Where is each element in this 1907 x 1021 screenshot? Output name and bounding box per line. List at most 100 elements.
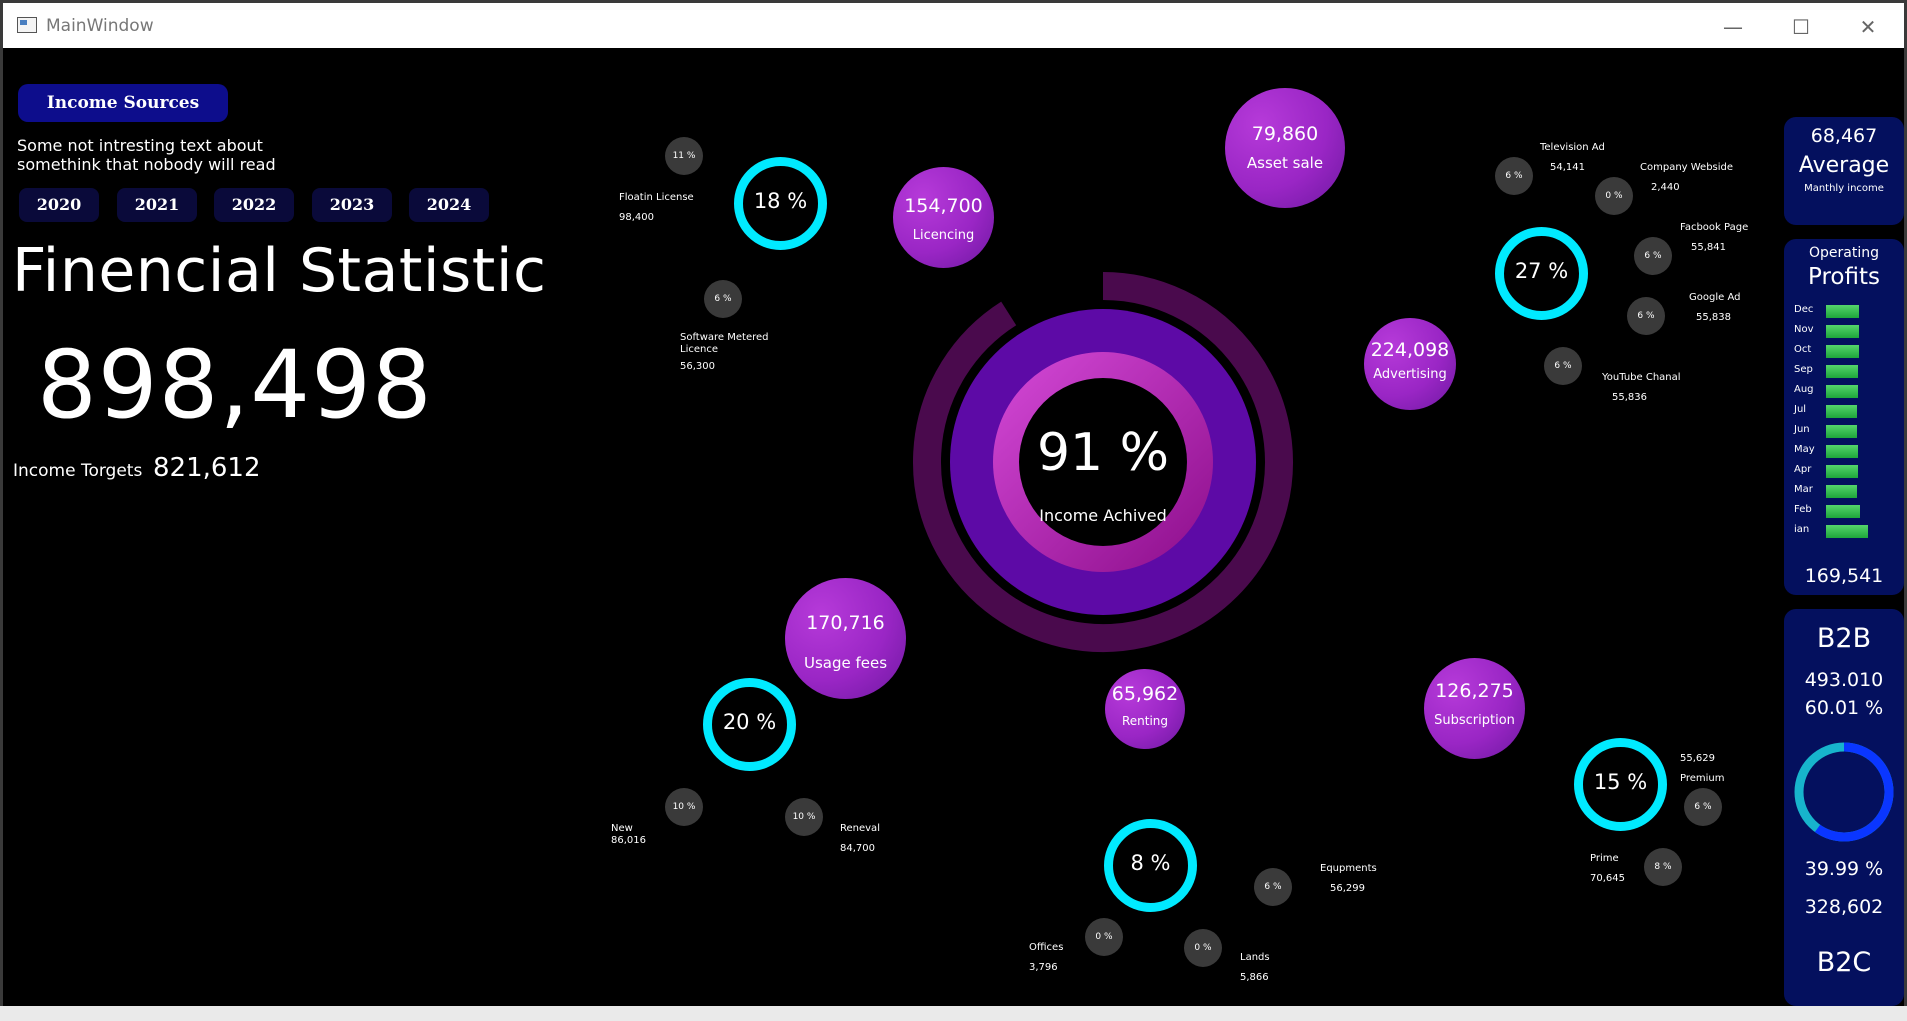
app-icon xyxy=(17,17,37,33)
asset-sale-bubble[interactable]: 79,860 Asset sale xyxy=(1225,88,1345,208)
profit-bar-feb xyxy=(1826,505,1860,518)
usage-fees-value: 170,716 xyxy=(806,612,885,634)
b2c-percent: 39.99 % xyxy=(1804,858,1884,880)
profit-bar-mar xyxy=(1826,485,1857,498)
subscription-bubble[interactable]: 126,275 Subscription xyxy=(1424,658,1525,759)
income-target-label: Income Torgets xyxy=(13,461,143,481)
title-bar: MainWindow — ☐ ✕ xyxy=(3,3,1904,48)
subscription-percent-ring: 15 % xyxy=(1574,738,1667,831)
software-metered-label-2: Licence xyxy=(680,344,718,355)
renewal-label: Reneval xyxy=(840,823,880,834)
profit-bar-jul xyxy=(1826,405,1857,418)
year-button-2024[interactable]: 2024 xyxy=(409,188,489,222)
month-label-apr: Apr xyxy=(1794,464,1812,475)
asset-sale-label: Asset sale xyxy=(1246,154,1324,172)
month-label-ian: ian xyxy=(1794,524,1810,535)
equipments-percent-pill: 6 % xyxy=(1254,868,1292,906)
income-achieved-percent: 91 % xyxy=(1036,423,1170,483)
b2c-value: 328,602 xyxy=(1804,896,1884,918)
premium-percent-pill: 6 % xyxy=(1684,788,1722,826)
offices-value: 3,796 xyxy=(1029,962,1058,973)
total-income-value: 898,498 xyxy=(37,331,433,440)
year-button-2023[interactable]: 2023 xyxy=(312,188,392,222)
software-metered-percent-pill: 6 % xyxy=(704,280,742,318)
month-label-aug: Aug xyxy=(1794,384,1814,395)
month-label-may: May xyxy=(1794,444,1815,455)
facebook-page-percent-pill: 6 % xyxy=(1634,237,1672,275)
b2b-b2c-donut xyxy=(1794,742,1894,842)
equipments-value: 56,299 xyxy=(1330,883,1365,894)
new-label: New xyxy=(611,823,633,834)
average-income-subtitle: Manthly income xyxy=(1804,183,1884,194)
usage-fees-percent-ring: 20 % xyxy=(703,678,796,771)
offices-label: Offices xyxy=(1029,942,1064,953)
usage-fees-bubble[interactable]: 170,716 Usage fees xyxy=(785,578,906,699)
month-label-sep: Sep xyxy=(1794,364,1813,375)
equipments-label: Equpments xyxy=(1320,863,1377,874)
floatin-license-value: 98,400 xyxy=(619,212,654,223)
licencing-percent-ring: 18 % xyxy=(734,157,827,250)
month-label-mar: Mar xyxy=(1794,484,1813,495)
licencing-value: 154,700 xyxy=(904,195,983,217)
maximize-button[interactable]: ☐ xyxy=(1776,9,1826,45)
youtube-channel-label: YouTube Chanal xyxy=(1602,372,1681,383)
renting-percent: 8 % xyxy=(1130,851,1171,875)
company-website-percent-pill: 0 % xyxy=(1595,177,1633,215)
television-ad-label: Television Ad xyxy=(1540,142,1605,153)
monthly-profit-bars: Dec Nov Oct Sep Aug Jul Jun May Apr Mar Feb ian xyxy=(1784,304,1904,554)
profit-bar-nov xyxy=(1826,325,1859,338)
lands-percent-pill: 0 % xyxy=(1184,929,1222,967)
television-ad-percent-pill: 6 % xyxy=(1495,157,1533,195)
prime-percent-pill: 8 % xyxy=(1644,848,1682,886)
close-button[interactable]: ✕ xyxy=(1843,9,1893,45)
subscription-percent: 15 % xyxy=(1593,770,1648,794)
profits-total: 169,541 xyxy=(1804,565,1884,587)
google-ad-label: Google Ad xyxy=(1689,292,1741,303)
b2b-percent: 60.01 % xyxy=(1804,697,1884,719)
advertising-value: 224,098 xyxy=(1370,339,1450,361)
b2c-title: B2C xyxy=(1816,947,1872,978)
advertising-percent-ring: 27 % xyxy=(1495,227,1588,320)
profit-bar-dec xyxy=(1826,305,1859,318)
offices-percent-pill: 0 % xyxy=(1085,918,1123,956)
dashboard: Income Sources Some not intresting text … xyxy=(3,48,1904,1006)
month-label-jul: Jul xyxy=(1794,404,1807,415)
renting-percent-ring: 8 % xyxy=(1104,819,1197,912)
youtube-channel-value: 55,836 xyxy=(1612,392,1647,403)
profit-bar-apr xyxy=(1826,465,1858,478)
licencing-label: Licencing xyxy=(912,228,975,243)
renting-bubble[interactable]: 65,962 Renting xyxy=(1105,669,1185,749)
average-income-value: 68,467 xyxy=(1810,125,1878,147)
month-label-feb: Feb xyxy=(1794,504,1812,515)
renting-value: 65,962 xyxy=(1111,683,1179,705)
advertising-label: Advertising xyxy=(1373,367,1447,382)
profit-bar-ian xyxy=(1826,525,1868,538)
b2b-title: B2B xyxy=(1816,623,1872,654)
income-achieved-label: Income Achived xyxy=(1039,506,1167,525)
month-label-oct: Oct xyxy=(1794,344,1812,355)
licencing-bubble[interactable]: 154,700 Licencing xyxy=(893,167,994,268)
average-income-panel: 68,467 Average Manthly income xyxy=(1784,117,1904,225)
year-button-2020[interactable]: 2020 xyxy=(19,188,99,222)
description-line-2: somethink that nobody will read xyxy=(17,155,276,174)
company-website-value: 2,440 xyxy=(1651,182,1680,193)
b2b-arc xyxy=(1814,742,1894,842)
month-label-jun: Jun xyxy=(1794,424,1810,435)
software-metered-value: 56,300 xyxy=(680,361,715,372)
floatin-license-label: Floatin License xyxy=(619,192,694,203)
advertising-bubble[interactable]: 224,098 Advertising xyxy=(1364,318,1456,410)
window-title: MainWindow xyxy=(46,16,154,36)
minimize-button[interactable]: — xyxy=(1708,9,1758,45)
premium-value: 55,629 xyxy=(1680,753,1715,764)
b2b-value: 493.010 xyxy=(1804,669,1884,691)
profit-bar-aug xyxy=(1826,385,1858,398)
description-line-1: Some not intresting text about xyxy=(17,136,263,155)
prime-label: Prime xyxy=(1590,853,1619,864)
income-sources-button[interactable]: Income Sources xyxy=(18,84,228,122)
renewal-value: 84,700 xyxy=(840,843,875,854)
year-button-2022[interactable]: 2022 xyxy=(214,188,294,222)
lands-label: Lands xyxy=(1240,952,1270,963)
usage-fees-label: Usage fees xyxy=(803,654,888,672)
year-button-2021[interactable]: 2021 xyxy=(117,188,197,222)
youtube-channel-percent-pill: 6 % xyxy=(1544,347,1582,385)
